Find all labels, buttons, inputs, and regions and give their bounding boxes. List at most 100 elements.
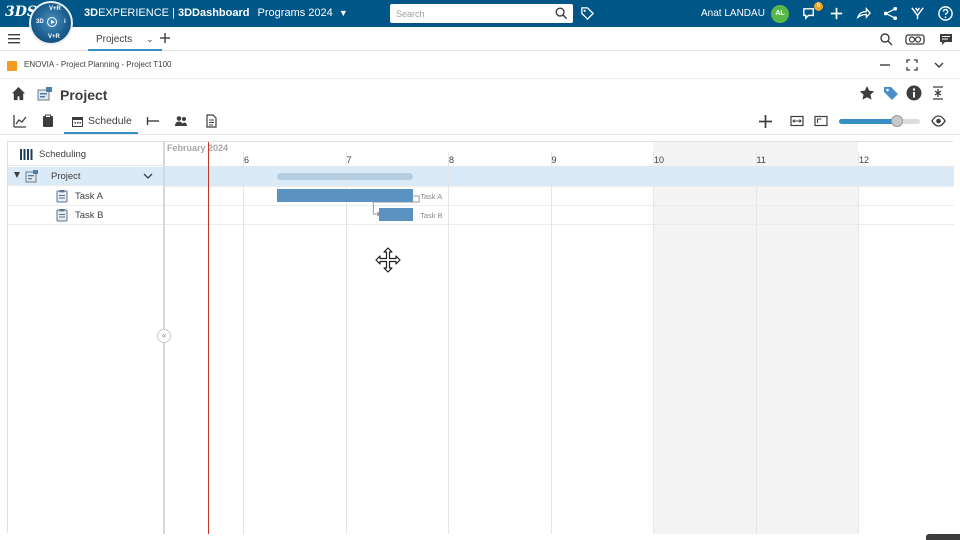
scheduling-header-label: Scheduling (39, 149, 87, 160)
day-gridline (345, 152, 347, 534)
task-name: Project (51, 171, 81, 182)
widget-header: ENOVIA - Project Planning - Project T100 (0, 52, 960, 79)
day-gridline (858, 152, 859, 534)
add-icon[interactable] (828, 5, 845, 22)
dashboard-name: Programs 2024 (257, 7, 333, 19)
project-icon (25, 170, 38, 183)
calendar-icon (72, 117, 83, 127)
page-header: Project (0, 80, 960, 108)
expand-caret-icon[interactable] (14, 172, 20, 178)
fit-screen-icon[interactable] (814, 114, 828, 128)
task-row-task-a[interactable]: Task A (8, 187, 163, 206)
task-list-pane: Scheduling Project Task A Task B (8, 142, 165, 534)
task-icon (56, 190, 68, 203)
tag-icon[interactable] (580, 6, 595, 21)
search-icon[interactable] (555, 7, 568, 20)
top-bar: 3DS V+R 3D i V+R 3DEXPERIENCE | 3DDashbo… (0, 0, 960, 45)
day-gridline (243, 152, 244, 534)
eye-icon[interactable] (931, 114, 946, 128)
day-gridline (755, 152, 757, 534)
day-gridline (448, 152, 449, 534)
app-title[interactable]: 3DEXPERIENCE | 3DDashboard Programs 2024… (84, 7, 348, 19)
day-label: 7 (346, 155, 352, 165)
compass-left-label: 3D (36, 19, 44, 25)
notification-badge: 6 (814, 2, 823, 11)
compass-bottom-label: V+R (48, 34, 60, 40)
tab-projects[interactable]: Projects ⌄ (88, 27, 162, 51)
day-gridline (653, 152, 654, 534)
document-icon[interactable] (204, 114, 218, 128)
day-label: 10 (654, 155, 665, 165)
zoom-slider-thumb[interactable] (890, 115, 903, 127)
task-name: Task B (75, 210, 104, 221)
chevron-down-icon[interactable]: ⌄ (146, 34, 154, 44)
tools-icon[interactable] (909, 5, 926, 22)
minimize-icon[interactable] (879, 59, 891, 71)
day-label: 8 (449, 155, 455, 165)
compass-button[interactable]: V+R 3D i V+R (29, 1, 73, 45)
compass-top-label: V+R (49, 6, 61, 12)
network-share-icon[interactable] (882, 5, 899, 22)
chevron-down-icon[interactable] (143, 171, 153, 181)
chevron-down-icon[interactable] (933, 59, 945, 71)
project-icon (37, 87, 52, 101)
add-task-icon[interactable] (758, 114, 773, 129)
task-bar-label: Task A (420, 192, 443, 201)
compass-right-label: i (64, 19, 66, 25)
task-list-header: Scheduling (8, 142, 163, 166)
dashboard-chart-icon[interactable] (13, 114, 27, 128)
task-row-project[interactable]: Project (8, 167, 163, 186)
tag-icon[interactable] (883, 85, 899, 101)
task-row-task-b[interactable]: Task B (8, 206, 163, 225)
today-marker (208, 142, 210, 534)
search-box (390, 4, 573, 24)
timeline-pane[interactable]: February 2024 6 7 8 9 10 11 12 Task A Task B (165, 142, 954, 534)
tab-schedule[interactable]: Schedule (64, 108, 138, 134)
tab-bar: Projects ⌄ (0, 27, 960, 51)
clipboard-icon[interactable] (41, 114, 55, 128)
menu-icon[interactable] (8, 33, 20, 44)
zoom-slider-fill (839, 119, 897, 124)
settings-collapse-icon[interactable] (930, 85, 946, 101)
view-toolbar: Schedule (0, 108, 960, 135)
app-title-rest: EXPERIENCE | (98, 7, 178, 19)
tab-projects-label: Projects (96, 34, 133, 45)
share-icon[interactable] (855, 5, 872, 22)
search-people-icon[interactable] (879, 32, 895, 46)
scheduling-bars-icon (20, 149, 33, 160)
move-cursor-icon (375, 247, 401, 273)
zoom-slider[interactable] (839, 115, 920, 127)
enovia-app-icon (7, 61, 17, 71)
task-name: Task A (75, 191, 103, 202)
day-gridline (550, 152, 552, 534)
media-icon[interactable] (905, 32, 925, 46)
maximize-icon[interactable] (906, 59, 918, 71)
user-name[interactable]: Anat LANDAU (701, 8, 765, 19)
page-title: Project (60, 87, 108, 103)
day-label: 11 (756, 155, 766, 165)
task-icon (56, 209, 68, 222)
avatar[interactable]: AL (771, 5, 789, 23)
tab-schedule-label: Schedule (88, 115, 132, 127)
fit-width-icon[interactable] (790, 114, 804, 128)
add-tab-icon[interactable] (158, 31, 172, 45)
help-icon[interactable] (937, 5, 954, 22)
task-bar[interactable] (276, 189, 414, 202)
home-icon[interactable] (11, 86, 26, 101)
task-bar[interactable] (379, 208, 414, 221)
collapse-pane-handle[interactable]: « (157, 329, 171, 343)
members-icon[interactable] (174, 114, 188, 128)
summary-bar[interactable] (276, 173, 414, 180)
dependency-icon[interactable] (146, 114, 160, 128)
info-icon[interactable] (906, 85, 922, 101)
star-icon[interactable] (859, 85, 875, 101)
chevron-down-icon: ▼ (338, 8, 348, 18)
day-label: 9 (551, 155, 557, 165)
task-bar-label: Task B (420, 211, 443, 220)
day-label: 12 (859, 155, 870, 165)
search-input[interactable] (390, 4, 550, 24)
corner-panel-tab[interactable] (926, 534, 960, 540)
gantt-chart: Scheduling Project Task A Task B « Febru… (7, 141, 954, 534)
comment-icon[interactable] (938, 32, 954, 46)
app-title-dashboard: 3DDashboard (177, 7, 250, 19)
